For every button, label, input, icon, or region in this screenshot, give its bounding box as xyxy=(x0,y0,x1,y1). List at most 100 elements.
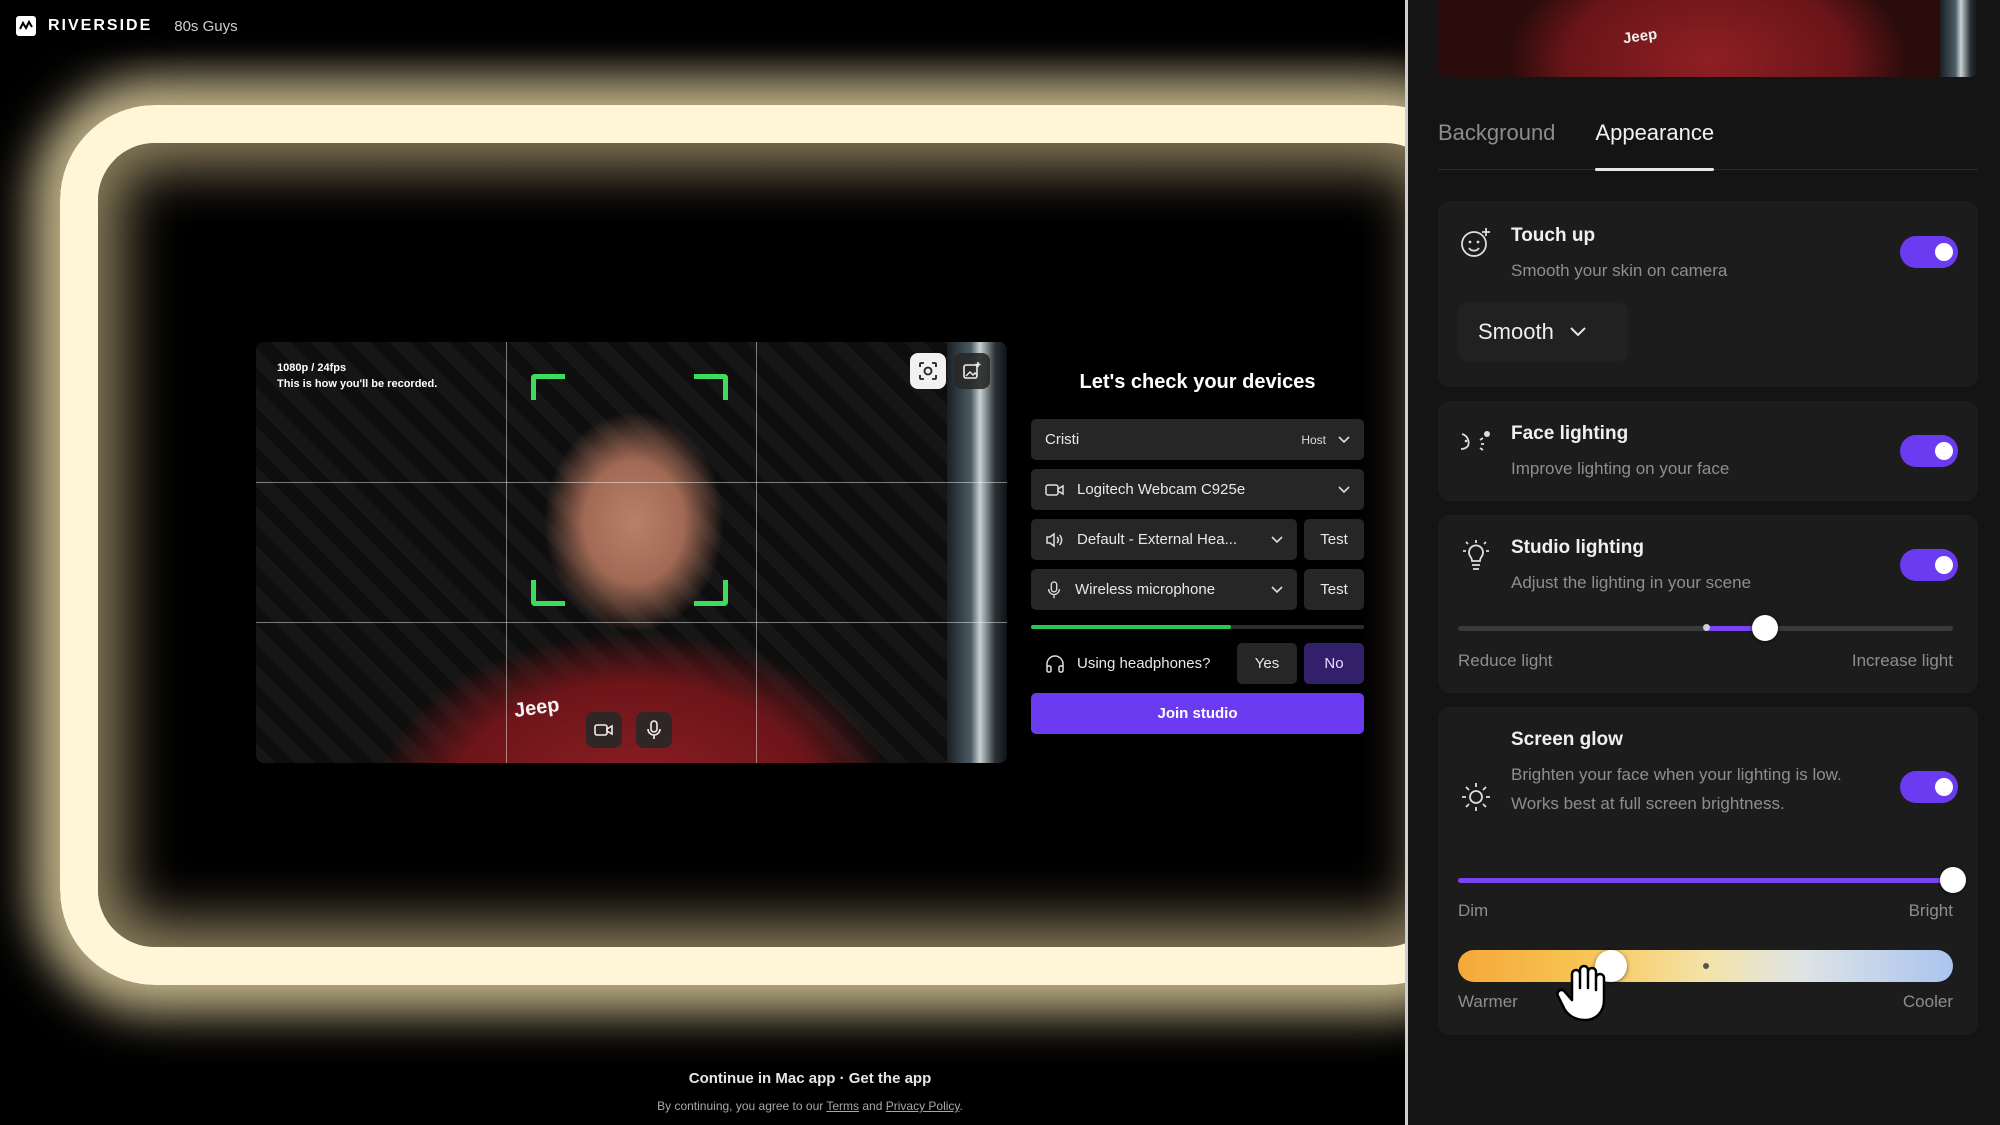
face-frame-corner xyxy=(531,374,565,400)
warmer-label: Warmer xyxy=(1458,992,1518,1011)
privacy-policy-link[interactable]: Privacy Policy xyxy=(886,1099,960,1113)
app-window: RIVERSIDE 80s Guys 1080p / 24fps This is… xyxy=(0,0,2000,1125)
camera-select-value: Logitech Webcam C925e xyxy=(1077,481,1246,498)
touch-up-toggle[interactable] xyxy=(1900,236,1958,268)
studio-lighting-description: Adjust the lighting in your scene xyxy=(1511,573,1752,592)
face-lighting-title: Face lighting xyxy=(1511,423,1629,444)
self-view-thumbnail: Jeep xyxy=(1438,0,1978,77)
face-lighting-toggle[interactable] xyxy=(1900,435,1958,467)
shirt-logo: Jeep xyxy=(512,693,561,723)
grid-line xyxy=(256,622,1007,623)
face-lighting-description: Improve lighting on your face xyxy=(1511,459,1730,478)
recording-quality-info: 1080p / 24fps This is how you'll be reco… xyxy=(277,360,437,392)
face-frame-corner xyxy=(531,580,565,606)
test-microphone-button[interactable]: Test xyxy=(1304,569,1364,610)
chevron-down-icon xyxy=(1338,435,1350,443)
join-studio-button[interactable]: Join studio xyxy=(1031,693,1364,734)
face-frame-corner xyxy=(694,374,728,400)
cooler-label: Cooler xyxy=(1902,992,1953,1011)
effects-button[interactable] xyxy=(954,353,990,389)
face-frame-icon xyxy=(919,362,937,380)
face-lighting-card: Face lighting Improve lighting on your f… xyxy=(1438,401,1978,501)
tab-background[interactable]: Background xyxy=(1438,118,1555,170)
panel-tabs: Background Appearance xyxy=(1438,118,1978,171)
headphones-question: Using headphones? xyxy=(1031,643,1230,684)
sun-icon xyxy=(1458,779,1494,815)
riverside-logo-icon[interactable] xyxy=(16,16,36,36)
screen-glow-title: Screen glow xyxy=(1511,729,1623,750)
reduce-light-label: Reduce light xyxy=(1458,651,1553,670)
headphones-no-button[interactable]: No xyxy=(1304,643,1364,684)
touch-up-mode-value: Smooth xyxy=(1478,319,1554,344)
touch-up-description: Smooth your skin on camera xyxy=(1511,261,1728,280)
studio-lighting-title: Studio lighting xyxy=(1511,537,1644,558)
speaker-select-value: Default - External Hea... xyxy=(1077,531,1238,548)
top-bar: RIVERSIDE 80s Guys xyxy=(16,16,238,36)
bright-label: Bright xyxy=(1908,901,1953,920)
speaker-select[interactable]: Default - External Hea... xyxy=(1031,519,1297,560)
headphones-question-text: Using headphones? xyxy=(1077,655,1211,672)
grid-line xyxy=(256,482,1007,483)
headphones-yes-button[interactable]: Yes xyxy=(1237,643,1297,684)
grid-line xyxy=(506,342,507,763)
studio-lighting-slider[interactable] xyxy=(1458,615,1953,641)
stage: RIVERSIDE 80s Guys 1080p / 24fps This is… xyxy=(0,0,1405,1125)
screen-glow-brightness-handle[interactable] xyxy=(1940,867,1966,893)
microphone-select-value: Wireless microphone xyxy=(1075,581,1216,598)
device-check-title: Let's check your devices xyxy=(1079,371,1316,393)
terms-link[interactable]: Terms xyxy=(826,1099,859,1113)
studio-lighting-toggle[interactable] xyxy=(1900,549,1958,581)
grid-line xyxy=(756,342,757,763)
shirt-logo: Jeep xyxy=(1621,25,1659,48)
studio-lighting-slider-handle[interactable] xyxy=(1751,615,1778,641)
camera-preview: 1080p / 24fps This is how you'll be reco… xyxy=(256,342,1007,763)
speaker-icon xyxy=(1046,532,1063,547)
light-bulb-icon xyxy=(1458,537,1494,573)
face-frame-corner xyxy=(694,580,728,606)
role-select[interactable]: Host xyxy=(1301,433,1326,447)
name-field[interactable]: Cristi Host xyxy=(1031,419,1364,460)
screen-glow-brightness-slider[interactable] xyxy=(1458,867,1966,893)
test-speaker-button[interactable]: Test xyxy=(1304,519,1364,560)
legal-notice: By continuing, you agree to our Terms an… xyxy=(657,1099,963,1113)
recording-note: This is how you'll be recorded. xyxy=(277,378,438,390)
camera-toggle-button[interactable] xyxy=(586,712,622,748)
microphone-icon xyxy=(647,720,661,739)
face-sparkle-icon xyxy=(1458,225,1494,261)
continue-in-mac-app-link[interactable]: Continue in Mac app xyxy=(689,1070,836,1087)
studio-lighting-center-mark xyxy=(1702,624,1710,631)
touch-up-mode-select[interactable]: Smooth xyxy=(1458,303,1628,361)
tab-appearance[interactable]: Appearance xyxy=(1595,118,1714,171)
increase-light-label: Increase light xyxy=(1851,651,1953,670)
mic-level-fill xyxy=(1031,625,1231,629)
get-the-app-link[interactable]: Get the app xyxy=(849,1070,932,1087)
video-camera-icon xyxy=(1045,483,1064,496)
headphones-icon xyxy=(1046,654,1064,673)
screen-glow-card: Screen glow Brighten your face when your… xyxy=(1438,707,1978,1035)
brand-name[interactable]: RIVERSIDE xyxy=(48,17,152,35)
chevron-down-icon xyxy=(1271,585,1283,593)
resolution-label: 1080p / 24fps xyxy=(277,362,347,374)
screen-glow-description: Brighten your face when your lighting is… xyxy=(1511,765,1842,813)
chevron-down-icon xyxy=(1570,327,1586,337)
screen-glow-toggle[interactable] xyxy=(1900,771,1958,803)
color-temperature-slider[interactable] xyxy=(1458,950,1953,982)
screen-glow-brightness-fill xyxy=(1458,878,1953,883)
color-temperature-center-mark xyxy=(1702,963,1709,969)
touch-up-card: Touch up Smooth your skin on camera Smoo… xyxy=(1438,201,1978,387)
face-light-icon xyxy=(1458,423,1494,459)
dim-label: Dim xyxy=(1458,901,1489,920)
chevron-down-icon xyxy=(1271,535,1283,543)
appearance-panel: Jeep Background Appearance Touch up Smoo… xyxy=(1405,0,2000,1125)
hand-cursor-icon xyxy=(1555,962,1611,1022)
camera-select[interactable]: Logitech Webcam C925e xyxy=(1031,469,1364,510)
mic-toggle-button[interactable] xyxy=(636,712,672,748)
footer: Continue in Mac app · Get the app By con… xyxy=(0,1070,1405,1113)
microphone-select[interactable]: Wireless microphone xyxy=(1031,569,1297,610)
session-name: 80s Guys xyxy=(174,17,238,35)
studio-lighting-card: Studio lighting Adjust the lighting in y… xyxy=(1438,515,1978,693)
chevron-down-icon xyxy=(1338,485,1350,493)
participant-name: Cristi xyxy=(1045,431,1080,448)
device-check-panel: Let's check your devices Cristi Host Log… xyxy=(1031,342,1364,734)
face-framing-button[interactable] xyxy=(910,353,946,389)
